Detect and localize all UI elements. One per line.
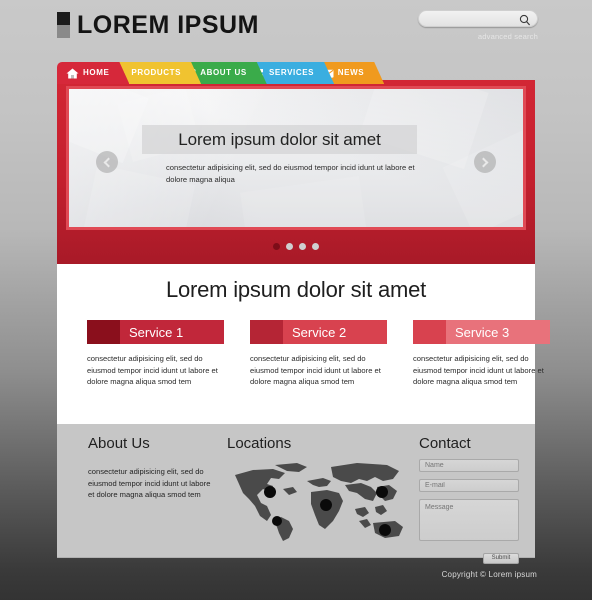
- services-list: Service 1 consectetur adipisicing elit, s…: [87, 320, 550, 388]
- submit-button[interactable]: Submit: [483, 552, 519, 564]
- hero-next-button[interactable]: [474, 151, 496, 173]
- footer-panel: About Us consectetur adipisicing elit, s…: [57, 424, 535, 564]
- about-us-text: consectetur adipisicing elit, sed do eiu…: [88, 467, 211, 499]
- logo-text: LOREM IPSUM: [77, 11, 259, 39]
- hero-background-image: [69, 89, 523, 227]
- hero-prev-button[interactable]: [96, 151, 118, 173]
- nav-tab-home[interactable]: HOME: [57, 62, 129, 84]
- contact-message-input[interactable]: [419, 499, 519, 541]
- service-accent-block: [250, 320, 283, 344]
- square-blocks-icon: [57, 12, 70, 38]
- hero-dot-1[interactable]: [273, 243, 280, 250]
- service-description: consectetur adipisicing elit, sed do eiu…: [87, 354, 218, 386]
- about-us-heading: About Us: [88, 435, 150, 452]
- hero-image-frame: Lorem ipsum dolor sit amet consectetur a…: [66, 86, 526, 230]
- service-title-bar: Service 2: [283, 320, 387, 344]
- advanced-search-link[interactable]: advanced search: [478, 32, 538, 41]
- service-header[interactable]: Service 2: [250, 320, 387, 344]
- service-accent-block: [413, 320, 446, 344]
- nav-tab-label: ABOUT US: [200, 68, 247, 77]
- nav-tab-label: HOME: [83, 68, 110, 77]
- chevron-right-icon: [478, 157, 489, 167]
- hero-pagination-dots: [57, 243, 535, 250]
- locations-heading: Locations: [227, 435, 292, 452]
- main-content: Lorem ipsum dolor sit amet Service 1 cons…: [57, 264, 550, 424]
- service-card: Service 3 consectetur adipisicing elit, s…: [413, 320, 550, 388]
- main-navigation: HOME PRODUCTS ABOUT US SERVICES NEWS: [57, 62, 535, 84]
- hero-subtext: consectetur adipisicing elit, sed do eiu…: [166, 163, 415, 184]
- service-header[interactable]: Service 1: [87, 320, 224, 344]
- footer-column-locations: Locations: [227, 435, 407, 541]
- service-header[interactable]: Service 3: [413, 320, 550, 344]
- service-card: Service 1 consectetur adipisicing elit, s…: [87, 320, 224, 388]
- hero-headline: Lorem ipsum dolor sit amet: [178, 129, 381, 149]
- service-description: consectetur adipisicing elit, sed do eiu…: [413, 354, 544, 386]
- world-map-icon: [227, 459, 407, 543]
- page-title: Lorem ipsum dolor sit amet: [165, 277, 427, 302]
- site-header: LOREM IPSUM advanced search: [0, 0, 592, 56]
- service-title-bar: Service 3: [446, 320, 550, 344]
- service-title: Service 2: [292, 324, 347, 340]
- service-title-bar: Service 1: [120, 320, 224, 344]
- service-title: Service 1: [129, 324, 184, 340]
- search-input[interactable]: [427, 11, 519, 26]
- search-icon[interactable]: [519, 13, 531, 26]
- nav-tab-label: NEWS: [337, 68, 365, 77]
- contact-name-input[interactable]: [419, 459, 519, 472]
- hero-dot-4[interactable]: [312, 243, 319, 250]
- hero-dot-2[interactable]: [286, 243, 293, 250]
- service-accent-block: [87, 320, 120, 344]
- search-box[interactable]: [418, 10, 538, 27]
- contact-heading: Contact: [419, 435, 471, 452]
- site-logo[interactable]: LOREM IPSUM: [57, 12, 259, 38]
- nav-tab-label: PRODUCTS: [131, 68, 182, 77]
- nav-tab-label: SERVICES: [269, 68, 315, 77]
- chevron-left-icon: [103, 157, 114, 167]
- footer-column-contact: Contact Submit: [419, 435, 521, 564]
- service-title: Service 3: [455, 324, 510, 340]
- contact-email-input[interactable]: [419, 479, 519, 492]
- copyright-text: Copyright © Lorem ipsum: [441, 570, 537, 579]
- home-icon: [66, 68, 79, 79]
- hero-headline-band: Lorem ipsum dolor sit amet: [142, 125, 417, 154]
- footer-column-about: About Us consectetur adipisicing elit, s…: [88, 435, 218, 501]
- hero-slider: Lorem ipsum dolor sit amet consectetur a…: [57, 80, 535, 264]
- search-area: advanced search: [418, 10, 538, 41]
- hero-dot-3[interactable]: [299, 243, 306, 250]
- service-card: Service 2 consectetur adipisicing elit, s…: [250, 320, 387, 388]
- service-description: consectetur adipisicing elit, sed do eiu…: [250, 354, 381, 386]
